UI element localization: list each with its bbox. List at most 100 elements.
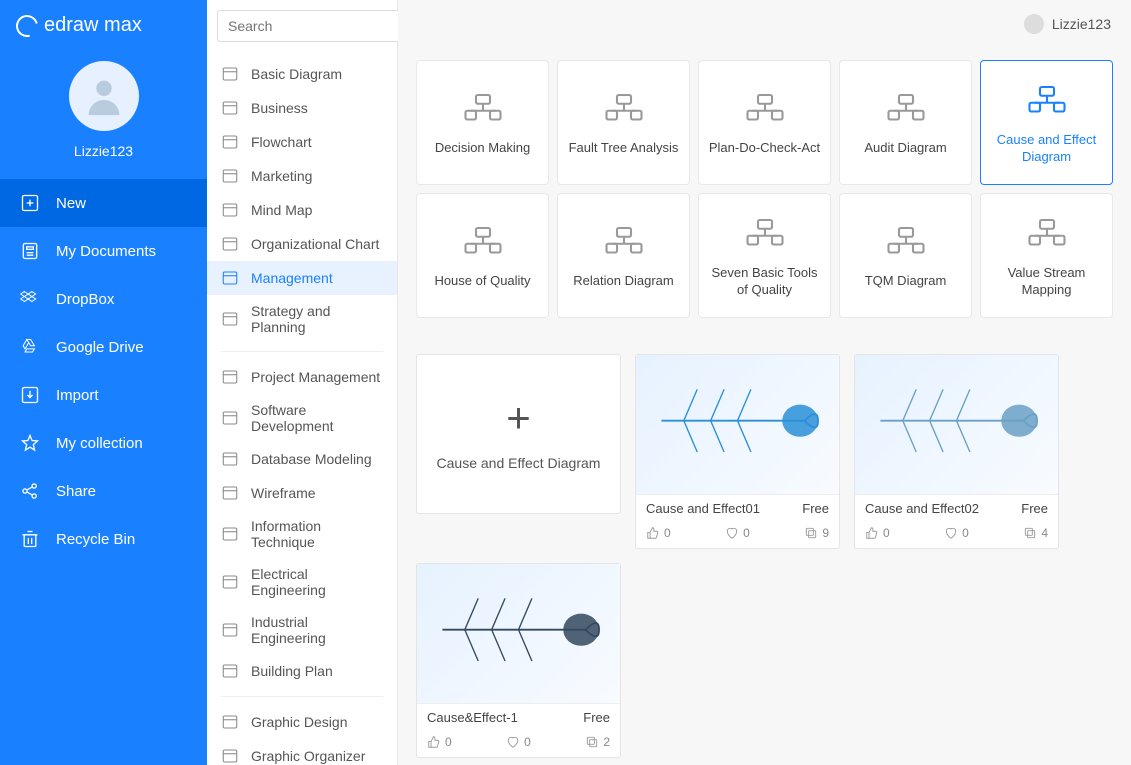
diagram-type-label: Relation Diagram	[573, 273, 673, 289]
category-item[interactable]: Software Development	[207, 394, 397, 442]
category-label: Basic Diagram	[251, 66, 342, 82]
copy-stat[interactable]: 2	[585, 735, 610, 749]
category-item[interactable]: Building Plan	[207, 654, 397, 688]
diagram-type-icon	[462, 88, 504, 130]
sidebar: edraw max Lizzie123 New My Documents Dro…	[0, 0, 207, 765]
gdrive-icon	[20, 337, 40, 357]
nav-item-import[interactable]: Import	[0, 371, 207, 419]
category-icon	[221, 662, 239, 680]
template-card[interactable]: Cause&Effect-1 Free 0 0 2	[416, 563, 621, 758]
category-icon	[221, 713, 239, 731]
fav-stat[interactable]: 0	[506, 735, 531, 749]
diagram-type-card[interactable]: Cause and Effect Diagram	[980, 60, 1113, 185]
category-icon	[221, 621, 239, 639]
header-user[interactable]: Lizzie123	[1024, 14, 1111, 34]
category-item[interactable]: Strategy and Planning	[207, 295, 397, 343]
category-item[interactable]: Industrial Engineering	[207, 606, 397, 654]
category-icon	[221, 450, 239, 468]
diagram-type-label: Plan-Do-Check-Act	[709, 140, 820, 156]
diagram-type-icon	[603, 221, 645, 263]
avatar	[69, 61, 139, 131]
diagram-type-card[interactable]: House of Quality	[416, 193, 549, 318]
dropbox-icon	[20, 289, 40, 309]
template-card[interactable]: Cause and Effect02 Free 0 0 4	[854, 354, 1059, 549]
like-stat[interactable]: 0	[646, 526, 671, 540]
nav-item-star[interactable]: My collection	[0, 419, 207, 467]
diagram-type-card[interactable]: Plan-Do-Check-Act	[698, 60, 831, 185]
category-panel: Search Basic Diagram Business Flowchart …	[207, 0, 398, 765]
profile-block[interactable]: Lizzie123	[0, 51, 207, 179]
diagram-type-card[interactable]: TQM Diagram	[839, 193, 972, 318]
diagram-type-card[interactable]: Fault Tree Analysis	[557, 60, 690, 185]
like-stat[interactable]: 0	[427, 735, 452, 749]
category-label: Building Plan	[251, 663, 333, 679]
category-item[interactable]: Basic Diagram	[207, 57, 397, 91]
copy-stat[interactable]: 9	[804, 526, 829, 540]
diagram-type-card[interactable]: Relation Diagram	[557, 193, 690, 318]
fav-stat[interactable]: 0	[944, 526, 969, 540]
category-label: Software Development	[251, 402, 383, 434]
category-item[interactable]: Electrical Engineering	[207, 558, 397, 606]
fishbone-thumb	[867, 367, 1046, 474]
plus-icon: +	[506, 397, 531, 439]
fav-stat[interactable]: 0	[725, 526, 750, 540]
category-item[interactable]: Project Management	[207, 360, 397, 394]
template-grid: + Cause and Effect Diagram Cause and Eff…	[398, 342, 1131, 765]
category-icon	[221, 573, 239, 591]
template-name: Cause&Effect-1	[427, 710, 518, 725]
template-thumbnail	[636, 355, 839, 495]
thumbs-up-icon	[646, 526, 660, 540]
nav-item-trash[interactable]: Recycle Bin	[0, 515, 207, 563]
nav-label: New	[56, 195, 86, 212]
category-item[interactable]: Database Modeling	[207, 442, 397, 476]
copy-icon	[804, 526, 818, 540]
category-item[interactable]: Graphic Organizer	[207, 739, 397, 765]
heart-icon	[506, 735, 520, 749]
category-item[interactable]: Organizational Chart	[207, 227, 397, 261]
nav-item-plus[interactable]: New	[0, 179, 207, 227]
like-stat[interactable]: 0	[865, 526, 890, 540]
app-name: edraw max	[44, 14, 142, 37]
copy-stat[interactable]: 4	[1023, 526, 1048, 540]
category-item[interactable]: Flowchart	[207, 125, 397, 159]
diagram-type-card[interactable]: Decision Making	[416, 60, 549, 185]
category-item[interactable]: Wireframe	[207, 476, 397, 510]
category-item[interactable]: Information Technique	[207, 510, 397, 558]
category-label: Project Management	[251, 369, 380, 385]
diagram-type-icon	[744, 88, 786, 130]
category-label: Wireframe	[251, 485, 316, 501]
nav-item-dropbox[interactable]: DropBox	[0, 275, 207, 323]
template-blank-label: Cause and Effect Diagram	[437, 455, 601, 471]
nav-item-share[interactable]: Share	[0, 467, 207, 515]
fishbone-thumb	[648, 367, 827, 474]
nav-item-doc[interactable]: My Documents	[0, 227, 207, 275]
category-label: Strategy and Planning	[251, 303, 383, 335]
template-blank-card[interactable]: + Cause and Effect Diagram	[416, 354, 621, 514]
import-icon	[20, 385, 40, 405]
diagram-type-label: TQM Diagram	[865, 273, 947, 289]
category-label: Information Technique	[251, 518, 383, 550]
category-item[interactable]: Mind Map	[207, 193, 397, 227]
nav-label: My Documents	[56, 243, 156, 260]
template-card[interactable]: Cause and Effect01 Free 0 0 9	[635, 354, 840, 549]
category-item[interactable]: Management	[207, 261, 397, 295]
search-input[interactable]	[217, 10, 419, 42]
category-icon	[221, 65, 239, 83]
app-logo[interactable]: edraw max	[0, 0, 207, 51]
thumbs-up-icon	[427, 735, 441, 749]
diagram-type-card[interactable]: Audit Diagram	[839, 60, 972, 185]
category-item[interactable]: Marketing	[207, 159, 397, 193]
category-item[interactable]: Business	[207, 91, 397, 125]
diagram-type-card[interactable]: Value Stream Mapping	[980, 193, 1113, 318]
category-label: Flowchart	[251, 134, 312, 150]
category-icon	[221, 235, 239, 253]
category-icon	[221, 99, 239, 117]
diagram-type-card[interactable]: Seven Basic Tools of Quality	[698, 193, 831, 318]
nav-item-gdrive[interactable]: Google Drive	[0, 323, 207, 371]
category-icon	[221, 484, 239, 502]
heart-icon	[944, 526, 958, 540]
category-label: Database Modeling	[251, 451, 372, 467]
nav-label: Google Drive	[56, 339, 144, 356]
category-item[interactable]: Graphic Design	[207, 705, 397, 739]
template-price: Free	[583, 710, 610, 725]
